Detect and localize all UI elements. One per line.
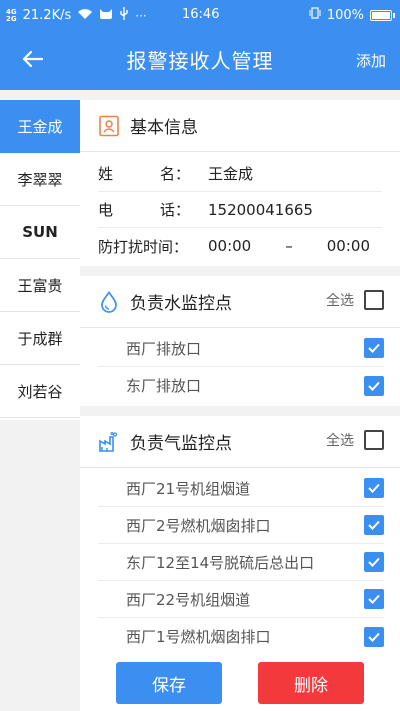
recipient-item[interactable]: 于成群 <box>0 312 80 365</box>
checkbox[interactable] <box>364 552 384 572</box>
wifi-icon <box>77 8 93 24</box>
select-all-checkbox[interactable] <box>364 290 384 310</box>
basic-info-section: 基本信息 姓 名： 王金成 电 话： 15200041665 防打扰时间： 00… <box>80 100 400 266</box>
monitor-point-row[interactable]: 西厂2号燃机烟囱排口 <box>98 507 384 544</box>
action-bar: 保存 删除 <box>80 655 400 711</box>
more-icon: ··· <box>135 8 147 23</box>
recipient-list: 王金成 李翠翠 SUN 王富贵 于成群 刘若谷 <box>0 100 80 420</box>
recipient-item[interactable]: 王富贵 <box>0 259 80 312</box>
name-value: 王金成 <box>208 165 254 183</box>
water-select-all[interactable]: 全选 <box>326 290 384 310</box>
factory-emission-icon <box>98 431 120 453</box>
detail-panel: 基本信息 姓 名： 王金成 电 话： 15200041665 防打扰时间： 00… <box>80 100 400 655</box>
checkbox[interactable] <box>364 626 384 647</box>
battery-icon <box>370 9 395 21</box>
water-drop-icon <box>98 290 120 313</box>
app-bar: 报警接收人管理 添加 <box>0 30 400 90</box>
dnd-end-time[interactable]: 00:00 <box>327 237 370 255</box>
name-label: 姓 名： <box>98 165 191 183</box>
section-title: 负责气监控点 <box>130 434 232 454</box>
basic-info-header: 基本信息 <box>80 100 400 152</box>
dnd-start-time[interactable]: 00:00 <box>208 237 251 255</box>
save-button[interactable]: 保存 <box>116 662 222 704</box>
checkbox[interactable] <box>364 589 384 609</box>
dnd-separator: – <box>285 237 293 255</box>
checkbox[interactable] <box>364 338 384 358</box>
cat-icon <box>99 8 113 24</box>
phone-label: 电 话： <box>98 201 191 219</box>
recipient-item[interactable]: 刘若谷 <box>0 365 80 418</box>
contact-card-icon <box>98 115 120 137</box>
network-indicator: 4G 2G <box>6 7 17 23</box>
gas-header: 负责气监控点 全选 <box>80 416 400 468</box>
monitor-point-row[interactable]: 东厂排放口 <box>98 367 384 404</box>
clock: 16:46 <box>182 7 220 22</box>
monitor-point-row[interactable]: 东厂12至14号脱硫后总出口 <box>98 544 384 581</box>
monitor-point-row[interactable]: 西厂排放口 <box>98 330 384 367</box>
section-title: 基本信息 <box>130 118 198 138</box>
network-speed: 21.2K/s <box>22 8 72 23</box>
dnd-row: 防打扰时间： 00:00 – 00:00 <box>98 228 382 264</box>
usb-icon <box>119 7 129 24</box>
battery-percent: 100% <box>326 7 364 23</box>
name-row: 姓 名： 王金成 <box>98 156 382 192</box>
vibrate-icon <box>309 7 321 23</box>
recipient-item[interactable]: SUN <box>0 206 80 259</box>
recipient-item[interactable]: 李翠翠 <box>0 153 80 206</box>
recipient-item[interactable]: 王金成 <box>0 100 80 153</box>
status-bar: 4G 2G 21.2K/s ··· 16:46 100% <box>0 0 400 30</box>
page-title: 报警接收人管理 <box>126 49 274 73</box>
monitor-point-row[interactable]: 西厂22号机组烟道 <box>98 581 384 618</box>
checkbox[interactable] <box>364 515 384 535</box>
water-section: 负责水监控点 全选 西厂排放口 东厂排放口 <box>80 276 400 406</box>
select-all-checkbox[interactable] <box>364 430 384 450</box>
checkbox[interactable] <box>364 478 384 498</box>
gas-select-all[interactable]: 全选 <box>326 430 384 450</box>
monitor-point-row[interactable]: 西厂1号燃机烟囱排口 <box>98 618 384 655</box>
add-button[interactable]: 添加 <box>356 50 386 71</box>
phone-row: 电 话： 15200041665 <box>98 192 382 228</box>
dnd-label: 防打扰时间： <box>98 237 189 256</box>
delete-button[interactable]: 删除 <box>258 662 364 704</box>
phone-value: 15200041665 <box>208 200 313 219</box>
checkbox[interactable] <box>364 375 384 396</box>
water-header: 负责水监控点 全选 <box>80 276 400 328</box>
monitor-point-row[interactable]: 西厂21号机组烟道 <box>98 470 384 507</box>
section-title: 负责水监控点 <box>130 294 232 314</box>
gas-section: 负责气监控点 全选 西厂21号机组烟道 西厂2号燃机烟囱排口 东厂12至14号脱… <box>80 416 400 655</box>
